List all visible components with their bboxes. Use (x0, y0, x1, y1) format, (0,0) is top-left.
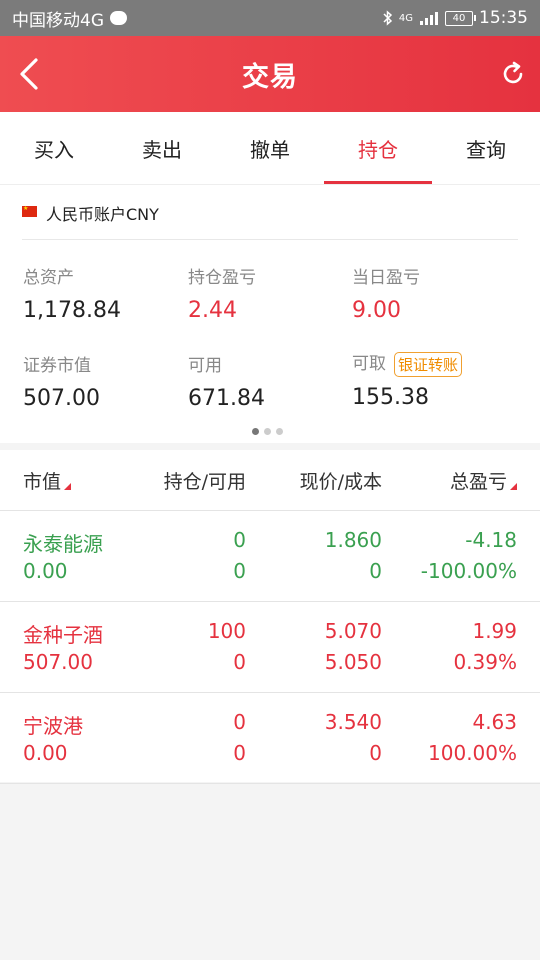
pnl-percent: 0.39% (453, 650, 517, 674)
tab-positions[interactable]: 持仓 (324, 112, 432, 184)
market-value: 507.00 (23, 650, 93, 674)
market-value: 0.00 (23, 741, 68, 765)
total-pnl: -4.18 (465, 528, 517, 552)
chat-notification-icon (110, 11, 127, 25)
status-bar: 中国移动4G 4G 40 15:35 (0, 0, 540, 36)
header-price-cost: 现价/成本 (299, 470, 382, 493)
total-assets-stat: 总资产 1,178.84 (23, 263, 121, 323)
position-pnl-value: 2.44 (188, 298, 237, 323)
daily-pnl-value: 9.00 (352, 298, 401, 323)
market-value-value: 507.00 (23, 386, 100, 411)
header-total-pnl-label: 总盈亏 (449, 470, 507, 493)
stock-name: 金种子酒 (23, 623, 103, 647)
total-assets-value: 1,178.84 (23, 298, 121, 323)
app-header: 交易 (0, 36, 540, 112)
holding-qty: 0 (233, 710, 246, 734)
current-price: 5.070 (324, 619, 382, 643)
stock-name: 永泰能源 (23, 532, 103, 556)
tab-sell[interactable]: 卖出 (108, 112, 216, 184)
carrier-label: 中国移动4G (12, 10, 104, 31)
holding-qty: 0 (233, 528, 246, 552)
tab-cancel-order[interactable]: 撤单 (216, 112, 324, 184)
page-dot-1[interactable] (252, 428, 259, 435)
daily-pnl-label: 当日盈亏 (352, 268, 420, 288)
network-type-label: 4G (398, 12, 413, 24)
header-total-pnl[interactable]: 总盈亏 (450, 467, 517, 494)
tab-buy[interactable]: 买入 (0, 112, 108, 184)
account-header: 人民币账户CNY (22, 201, 518, 240)
account-summary: 人民币账户CNY 总资产 1,178.84 持仓盈亏 2.44 当日盈亏 9.0… (0, 184, 540, 443)
stock-name: 宁波港 (23, 714, 83, 738)
page-dot-2[interactable] (264, 428, 271, 435)
total-pnl: 1.99 (472, 619, 517, 643)
total-assets-label: 总资产 (23, 268, 74, 288)
withdrawable-stat: 可取 银证转账 155.38 (352, 349, 463, 410)
holding-qty: 100 (207, 619, 246, 643)
available-label: 可用 (188, 356, 222, 376)
battery-icon: 40 (445, 10, 476, 26)
cost-price: 0 (369, 559, 382, 583)
available-stat: 可用 671.84 (188, 351, 265, 411)
position-pnl-stat: 持仓盈亏 2.44 (188, 263, 256, 323)
trade-tabs: 买入 卖出 撤单 持仓 查询 (0, 112, 540, 184)
header-holding-available: 持仓/可用 (163, 470, 246, 493)
refresh-icon[interactable] (500, 61, 526, 87)
position-pnl-label: 持仓盈亏 (188, 268, 256, 288)
china-flag-icon (22, 205, 37, 217)
header-market-value-label: 市值 (23, 470, 62, 493)
page-dot-3[interactable] (276, 428, 283, 435)
back-arrow-icon[interactable] (16, 56, 46, 92)
bank-transfer-button[interactable]: 银证转账 (394, 351, 463, 377)
current-price: 1.860 (324, 528, 382, 552)
withdrawable-value: 155.38 (352, 384, 429, 410)
account-name: 人民币账户CNY (46, 205, 159, 224)
pnl-percent: 100.00% (428, 741, 517, 765)
cost-price: 0 (369, 741, 382, 765)
available-value: 671.84 (188, 386, 265, 411)
cost-price: 5.050 (324, 650, 382, 674)
tab-query[interactable]: 查询 (432, 112, 540, 184)
pnl-percent: -100.00% (420, 559, 517, 583)
table-header: 市值 持仓/可用 现价/成本 总盈亏 (0, 450, 540, 511)
available-qty: 0 (233, 559, 246, 583)
header-market-value[interactable]: 市值 (23, 467, 72, 494)
clock: 15:35 (479, 8, 528, 28)
available-qty: 0 (233, 650, 246, 674)
page-indicator[interactable] (252, 428, 283, 435)
sort-indicator-icon (64, 482, 72, 490)
signal-icon (420, 12, 438, 25)
positions-table: 市值 持仓/可用 现价/成本 总盈亏 永泰能源 0 1.860 -4.18 0.… (0, 450, 540, 784)
bluetooth-icon (383, 10, 392, 26)
page-title: 交易 (242, 61, 298, 93)
market-value-stat: 证券市值 507.00 (23, 351, 100, 411)
available-qty: 0 (233, 741, 246, 765)
table-row[interactable]: 宁波港 0 3.540 4.63 0.00 0 0 100.00% (0, 693, 540, 784)
table-row[interactable]: 金种子酒 100 5.070 1.99 507.00 0 5.050 0.39% (0, 602, 540, 693)
withdrawable-label: 可取 (352, 354, 386, 374)
withdrawable-label-row: 可取 银证转账 (352, 349, 463, 377)
total-pnl: 4.63 (472, 710, 517, 734)
sort-indicator-icon (510, 482, 517, 490)
market-value-label: 证券市值 (23, 356, 91, 376)
market-value: 0.00 (23, 559, 68, 583)
daily-pnl-stat: 当日盈亏 9.00 (352, 263, 420, 323)
table-row[interactable]: 永泰能源 0 1.860 -4.18 0.00 0 0 -100.00% (0, 511, 540, 602)
current-price: 3.540 (324, 710, 382, 734)
